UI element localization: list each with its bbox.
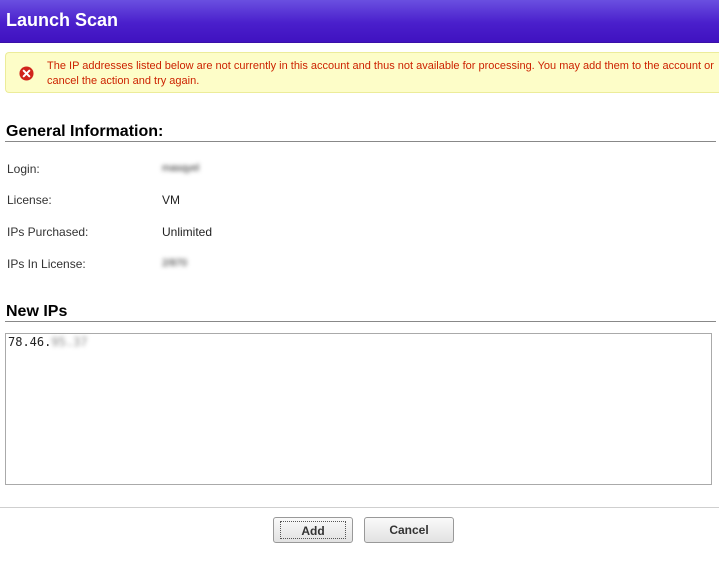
- title-bar: Launch Scan: [0, 0, 719, 43]
- footer-divider: [0, 507, 719, 508]
- ip-visible-prefix: 78.46.: [8, 335, 52, 349]
- license-value: VM: [162, 193, 180, 207]
- ips-in-license-label: IPs In License:: [7, 257, 86, 271]
- error-alert: The IP addresses listed below are not cu…: [5, 52, 719, 93]
- new-ips-heading: New IPs: [6, 303, 68, 320]
- add-button[interactable]: Add: [273, 517, 353, 543]
- general-information-heading: General Information:: [6, 123, 164, 140]
- license-label: License:: [7, 193, 52, 207]
- new-ips-textarea[interactable]: 78.46.95.37: [5, 333, 712, 485]
- window-title: Launch Scan: [6, 10, 119, 30]
- add-button-label: Add: [280, 521, 346, 539]
- ips-in-license-value: 2/870: [162, 258, 188, 269]
- error-icon: [19, 66, 34, 81]
- ips-purchased-label: IPs Purchased:: [7, 225, 89, 239]
- ips-purchased-value: Unlimited: [162, 225, 213, 239]
- cancel-button[interactable]: Cancel: [364, 517, 454, 543]
- section-divider: [5, 321, 716, 322]
- login-value: masqyel: [162, 163, 200, 174]
- login-label: Login:: [7, 162, 40, 176]
- error-message: The IP addresses listed below are not cu…: [47, 60, 714, 87]
- ip-masked-suffix: 95.37: [51, 335, 88, 349]
- section-divider: [5, 141, 716, 142]
